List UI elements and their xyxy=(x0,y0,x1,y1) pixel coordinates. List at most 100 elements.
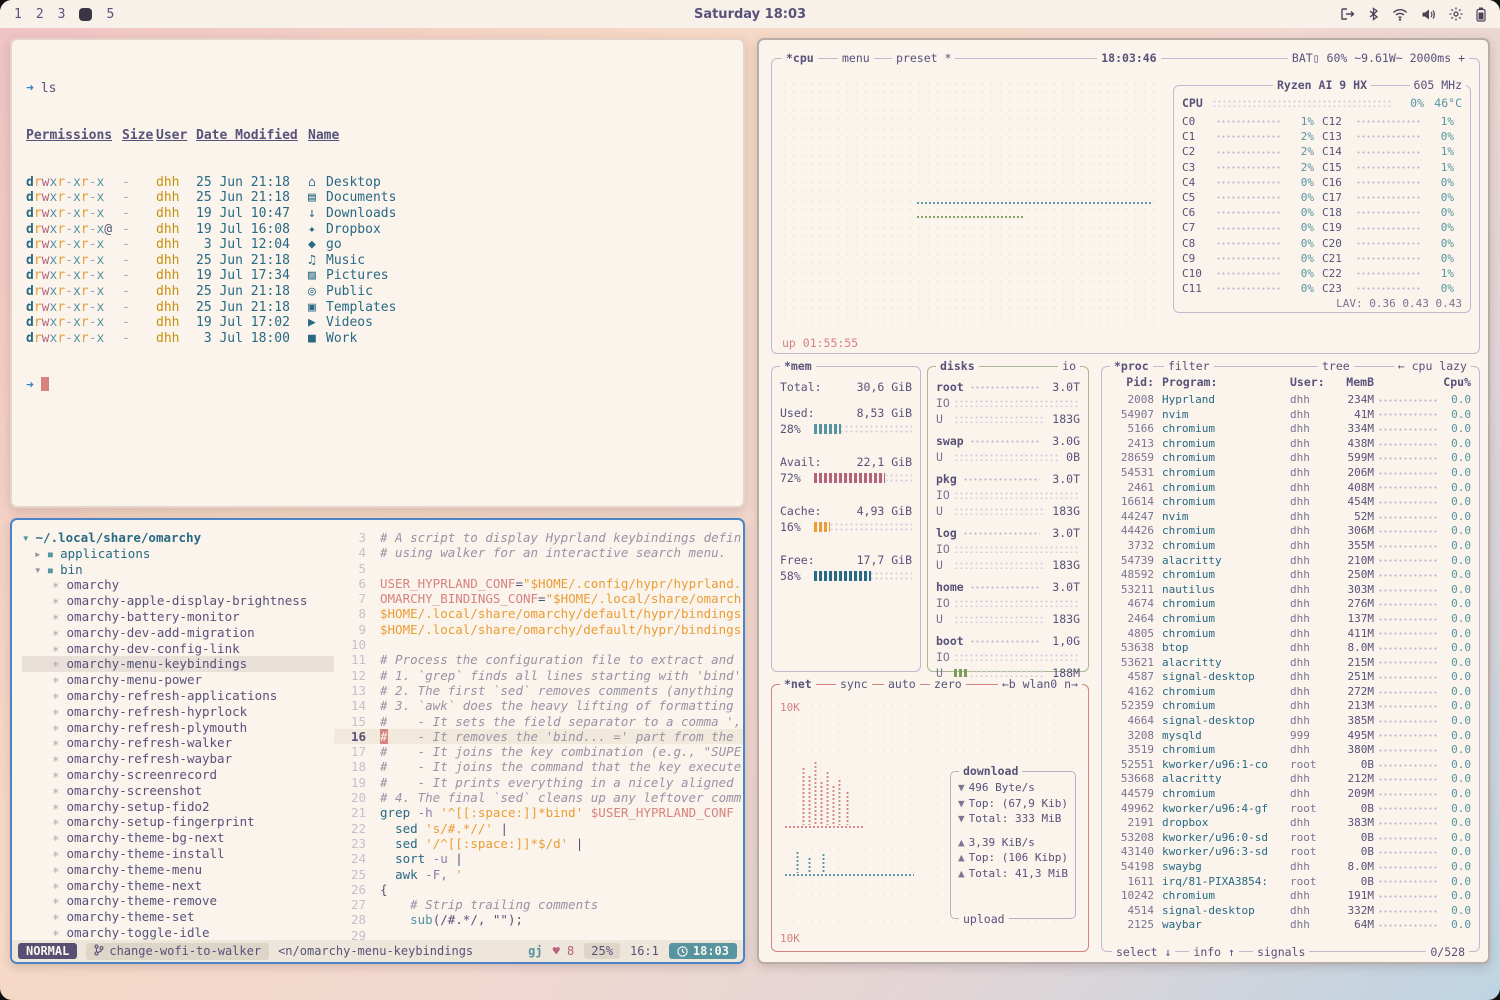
process-row[interactable]: 48592chromiumdhh250M0.0 xyxy=(1110,568,1471,583)
process-row[interactable]: 2461chromiumdhh408M0.0 xyxy=(1110,481,1471,496)
net-zero-button[interactable]: zero xyxy=(930,677,966,691)
tab-proc[interactable]: *proc xyxy=(1110,359,1153,373)
tree-item[interactable]: ∗omarchy-setup-fido2 xyxy=(22,799,334,815)
tree-item[interactable]: ∗omarchy-theme-set xyxy=(22,909,334,925)
tree-item[interactable]: ∗omarchy-theme-bg-next xyxy=(22,830,334,846)
process-row[interactable]: 53638btopdhh8.0M0.0 xyxy=(1110,641,1471,656)
net-interface[interactable]: ←b wlan0 n→ xyxy=(998,677,1082,691)
tree-item[interactable]: ∗omarchy-theme-next xyxy=(22,878,334,894)
process-row[interactable]: 49962kworker/u96:4-gfroot0B0.0 xyxy=(1110,802,1471,817)
tree-item[interactable]: ∗omarchy-theme-menu xyxy=(22,862,334,878)
process-row[interactable]: 4587signal-desktopdhh251M0.0 xyxy=(1110,670,1471,685)
process-row[interactable]: 52551kworker/u96:1-coroot0B0.0 xyxy=(1110,758,1471,773)
proc-info-button[interactable]: info ↑ xyxy=(1189,945,1239,959)
workspace-switcher[interactable]: 123 5 xyxy=(14,7,114,22)
active-prompt[interactable]: ➜ xyxy=(26,377,729,394)
process-row[interactable]: 53208kworker/u96:0-sdroot0B0.0 xyxy=(1110,831,1471,846)
net-auto-button[interactable]: auto xyxy=(884,677,920,691)
process-row[interactable]: 4162chromiumdhh272M0.0 xyxy=(1110,685,1471,700)
line-number: 8 xyxy=(334,606,366,621)
process-row[interactable]: 2464chromiumdhh137M0.0 xyxy=(1110,612,1471,627)
git-branch[interactable]: change-wofi-to-walker xyxy=(86,943,269,960)
process-row[interactable]: 43140kworker/u96:3-sdroot0B0.0 xyxy=(1110,845,1471,860)
tree-item[interactable]: ▾▪bin xyxy=(22,562,334,578)
wifi-icon[interactable] xyxy=(1392,8,1408,21)
process-row[interactable]: 44247nvimdhh52M0.0 xyxy=(1110,510,1471,525)
workspace-3[interactable]: 3 xyxy=(58,7,66,22)
tree-item[interactable]: ∗omarchy-battery-monitor xyxy=(22,609,334,625)
tab-disks[interactable]: disks xyxy=(936,359,979,373)
process-row[interactable]: 53211nautilusdhh303M0.0 xyxy=(1110,583,1471,598)
process-row[interactable]: 2413chromiumdhh438M0.0 xyxy=(1110,437,1471,452)
tree-item[interactable]: ∗omarchy-refresh-waybar xyxy=(22,751,334,767)
battery-icon[interactable] xyxy=(1476,7,1486,22)
process-row[interactable]: 4664signal-desktopdhh385M0.0 xyxy=(1110,714,1471,729)
tree-item[interactable]: ∗omarchy-theme-install xyxy=(22,846,334,862)
workspace-1[interactable]: 1 xyxy=(14,7,22,22)
proc-signals-button[interactable]: signals xyxy=(1253,945,1309,959)
tab-cpu[interactable]: *cpu xyxy=(782,51,818,65)
tree-item[interactable]: ∗omarchy-menu-power xyxy=(22,672,334,688)
logout-icon[interactable] xyxy=(1340,7,1355,21)
process-row[interactable]: 53621alacrittydhh215M0.0 xyxy=(1110,656,1471,671)
process-row[interactable]: 10242chromiumdhh191M0.0 xyxy=(1110,889,1471,904)
proc-select-button[interactable]: select ↓ xyxy=(1112,945,1175,959)
process-row[interactable]: 4514signal-desktopdhh332M0.0 xyxy=(1110,904,1471,919)
process-row[interactable]: 28659chromiumdhh599M0.0 xyxy=(1110,451,1471,466)
workspace-active[interactable] xyxy=(79,8,92,21)
tree-item[interactable]: ∗omarchy-toggle-idle xyxy=(22,925,334,940)
tab-mem[interactable]: *mem xyxy=(780,359,816,373)
preset-button[interactable]: preset * xyxy=(892,51,955,65)
process-row[interactable]: 3208mysqld999495M0.0 xyxy=(1110,729,1471,744)
process-row[interactable]: 2125waybardhh64M0.0 xyxy=(1110,918,1471,931)
file-size: - xyxy=(122,315,156,331)
process-row[interactable]: 54907nvimdhh41M0.0 xyxy=(1110,408,1471,423)
tree-item[interactable]: ∗omarchy-menu-keybindings xyxy=(22,656,334,672)
upload-total: ▲Total: 41,3 MiB xyxy=(958,866,1068,882)
code-pane[interactable]: 3# A script to display Hyprland keybindi… xyxy=(334,520,743,940)
process-row[interactable]: 54531chromiumdhh206M0.0 xyxy=(1110,466,1471,481)
tree-item[interactable]: ∗omarchy-dev-add-migration xyxy=(22,625,334,641)
tree-item[interactable]: ∗omarchy-refresh-walker xyxy=(22,735,334,751)
process-row[interactable]: 44579chromiumdhh209M0.0 xyxy=(1110,787,1471,802)
tree-item[interactable]: ∗omarchy-theme-remove xyxy=(22,893,334,909)
process-row[interactable]: 2191dropboxdhh383M0.0 xyxy=(1110,816,1471,831)
proc-tree-button[interactable]: tree xyxy=(1318,359,1354,373)
tree-item[interactable]: ∗omarchy-screenrecord xyxy=(22,767,334,783)
tree-item[interactable]: ∗omarchy-setup-fingerprint xyxy=(22,814,334,830)
settings-icon[interactable] xyxy=(1449,7,1463,21)
tree-item[interactable]: ∗omarchy-dev-config-link xyxy=(22,641,334,657)
tree-root[interactable]: ▾ ~/.local/share/omarchy xyxy=(22,530,334,546)
workspace-2[interactable]: 2 xyxy=(36,7,44,22)
process-row[interactable]: 54198swaybgdhh8.0M0.0 xyxy=(1110,860,1471,875)
tree-item[interactable]: ▸▪applications xyxy=(22,546,334,562)
tree-item[interactable]: ∗omarchy-refresh-hyprlock xyxy=(22,704,334,720)
tree-item[interactable]: ∗omarchy-apple-display-brightness xyxy=(22,593,334,609)
tree-item[interactable]: ∗omarchy-refresh-plymouth xyxy=(22,720,334,736)
process-row[interactable]: 54739alacrittydhh210M0.0 xyxy=(1110,554,1471,569)
volume-icon[interactable] xyxy=(1421,8,1436,21)
process-row[interactable]: 4805chromiumdhh411M0.0 xyxy=(1110,627,1471,642)
process-row[interactable]: 16614chromiumdhh454M0.0 xyxy=(1110,495,1471,510)
process-row[interactable]: 52359chromiumdhh213M0.0 xyxy=(1110,699,1471,714)
process-row[interactable]: 44426chromiumdhh306M0.0 xyxy=(1110,524,1471,539)
io-toggle[interactable]: io xyxy=(1058,359,1080,373)
workspace-5[interactable]: 5 xyxy=(106,7,114,22)
bluetooth-icon[interactable] xyxy=(1368,7,1379,21)
process-row[interactable]: 3519chromiumdhh380M0.0 xyxy=(1110,743,1471,758)
proc-filter-button[interactable]: filter xyxy=(1164,359,1214,373)
tree-item[interactable]: ∗omarchy-refresh-applications xyxy=(22,688,334,704)
process-row[interactable]: 3732chromiumdhh355M0.0 xyxy=(1110,539,1471,554)
process-row[interactable]: 53668alacrittydhh212M0.0 xyxy=(1110,772,1471,787)
menu-button[interactable]: menu xyxy=(838,51,874,65)
tree-item[interactable]: ∗omarchy-screenshot xyxy=(22,783,334,799)
tab-net[interactable]: *net xyxy=(780,677,816,691)
process-row[interactable]: 5166chromiumdhh334M0.0 xyxy=(1110,422,1471,437)
process-row[interactable]: 4674chromiumdhh276M0.0 xyxy=(1110,597,1471,612)
proc-sort-selector[interactable]: ← cpu lazy xyxy=(1394,359,1471,373)
tree-item[interactable]: ∗omarchy xyxy=(22,577,334,593)
net-box: *net sync auto zero ←b wlan0 n→ xyxy=(771,684,1089,952)
process-row[interactable]: 1611irq/81-PIXA3854:root0B0.0 xyxy=(1110,875,1471,890)
net-sync-button[interactable]: sync xyxy=(836,677,872,691)
process-row[interactable]: 2008Hyprlanddhh234M0.0 xyxy=(1110,393,1471,408)
